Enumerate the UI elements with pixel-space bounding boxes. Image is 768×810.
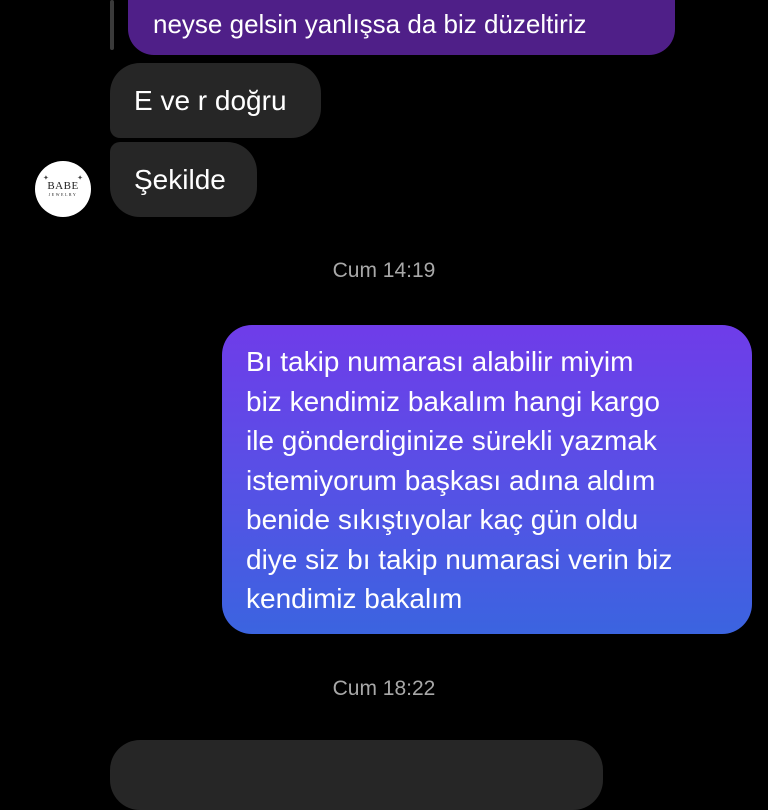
quoted-message-text: neyse gelsin yanlışsa da biz düzeltiriz	[153, 9, 587, 39]
message-line: diye siz bı takip numarasi verin biz	[246, 543, 673, 575]
message-line: benide sıkıştıyolar kaç gün oldu	[246, 504, 639, 535]
message-timestamp: Cum 14:19	[332, 259, 436, 282]
avatar-logo-subtext: JEWELRY	[48, 192, 78, 197]
reply-indicator-line	[110, 0, 114, 50]
sparkle-icon: ✦	[77, 175, 83, 182]
outgoing-message-bubble[interactable]: Bı takip numarası alabilir miyim biz ken…	[222, 325, 752, 634]
avatar-logo-text: BABE	[47, 180, 79, 192]
message-timestamp: Cum 18:22	[332, 677, 436, 700]
message-text: Şekilde	[134, 163, 226, 195]
incoming-message-bubble[interactable]	[110, 740, 603, 810]
incoming-message-bubble[interactable]: Şekilde	[110, 142, 257, 217]
message-line: Bı takip numarası alabilir miyim	[246, 346, 634, 377]
quoted-message-bubble[interactable]: neyse gelsin yanlışsa da biz düzeltiriz	[128, 0, 675, 55]
message-text: E ve r doğru	[134, 84, 287, 116]
message-line: ile gönderdiginize sürekli yazmak	[246, 425, 657, 456]
sender-avatar[interactable]: ✦ ✦ BABE JEWELRY	[35, 161, 91, 217]
message-line: istemiyorum başkası adına aldım	[246, 464, 656, 496]
message-line: biz kendimiz bakalım hangi kargo	[246, 385, 660, 417]
sparkle-icon: ✦	[43, 175, 49, 182]
incoming-message-bubble[interactable]: E ve r doğru	[110, 63, 321, 138]
message-line: kendimiz bakalım	[246, 583, 463, 614]
